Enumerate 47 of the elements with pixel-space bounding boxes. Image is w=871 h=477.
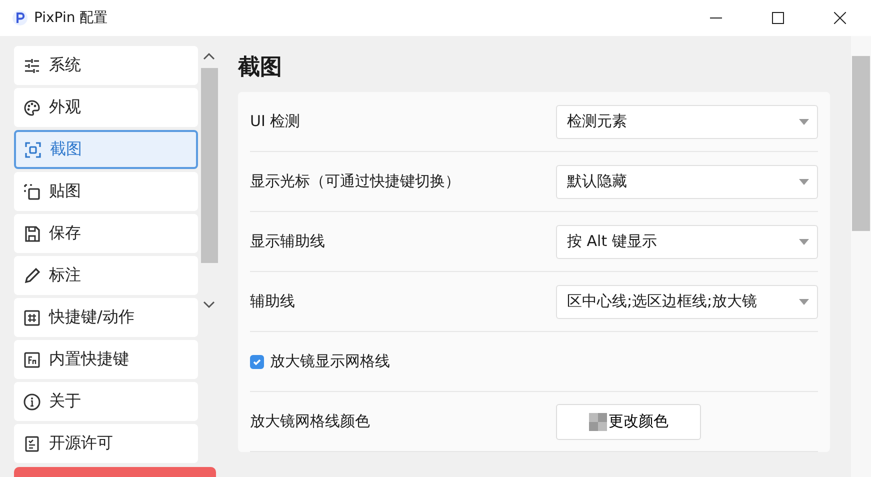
setting-label: 显示光标（可通过快捷键切换） [250,172,461,191]
checkbox[interactable] [250,354,264,368]
dropdown-caret-icon [799,118,809,124]
dropdown-caret-icon [799,298,809,304]
sidebar-item[interactable]: 截图 [14,130,198,169]
change-color-button[interactable]: 更改颜色 [556,404,701,440]
scroll-down-icon[interactable] [203,299,215,309]
dropdown[interactable]: 区中心线;选区边框线;放大镜 [556,284,818,318]
sidebar-item[interactable]: 快捷键/动作 [14,298,198,337]
sidebar-item[interactable]: 内置快捷键 [14,340,198,379]
sidebar-item[interactable]: 标注 [14,256,198,295]
pin-icon [23,182,41,200]
dropdown[interactable]: 默认隐藏 [556,164,818,198]
checklist-icon [23,434,41,452]
sliders-icon [23,56,41,74]
dropdown-caret-icon [799,238,809,244]
window-title: PixPin 配置 [34,9,108,27]
capture-icon [24,140,42,158]
setting-label: 辅助线 [250,292,296,311]
dropdown[interactable]: 按 Alt 键显示 [556,224,818,258]
maximize-icon [772,12,784,24]
dropdown-caret-icon [799,178,809,184]
setting-label: UI 检测 [250,112,302,131]
scrollbar-thumb[interactable] [200,68,218,263]
close-icon [834,12,846,24]
color-swatch-icon [588,412,606,430]
sidebar-item[interactable]: 保存 [14,214,198,253]
app-logo-icon [12,10,28,26]
page-title: 截图 [238,54,283,82]
save-icon [23,224,41,242]
checkmark-icon [252,356,262,366]
pencil-icon [23,266,41,284]
fn-key-icon [23,350,41,368]
sidebar-item[interactable]: 关于 [14,382,198,421]
scroll-up-icon[interactable] [203,52,215,62]
dropdown[interactable]: 检测元素 [556,104,818,138]
info-icon [23,392,41,410]
setting-label: 放大镜网格线颜色 [250,412,371,431]
palette-icon [23,98,41,116]
checkbox-label[interactable]: 放大镜显示网格线 [270,352,390,371]
sidebar-item[interactable]: 系统 [14,46,198,85]
scrollbar-thumb[interactable] [852,56,870,231]
hash-icon [23,308,41,326]
setting-label: 显示辅助线 [250,232,326,251]
sidebar-item[interactable]: 外观 [14,88,198,127]
sidebar-item[interactable]: 开源许可 [14,424,198,463]
sidebar-item[interactable]: 贴图 [14,172,198,211]
